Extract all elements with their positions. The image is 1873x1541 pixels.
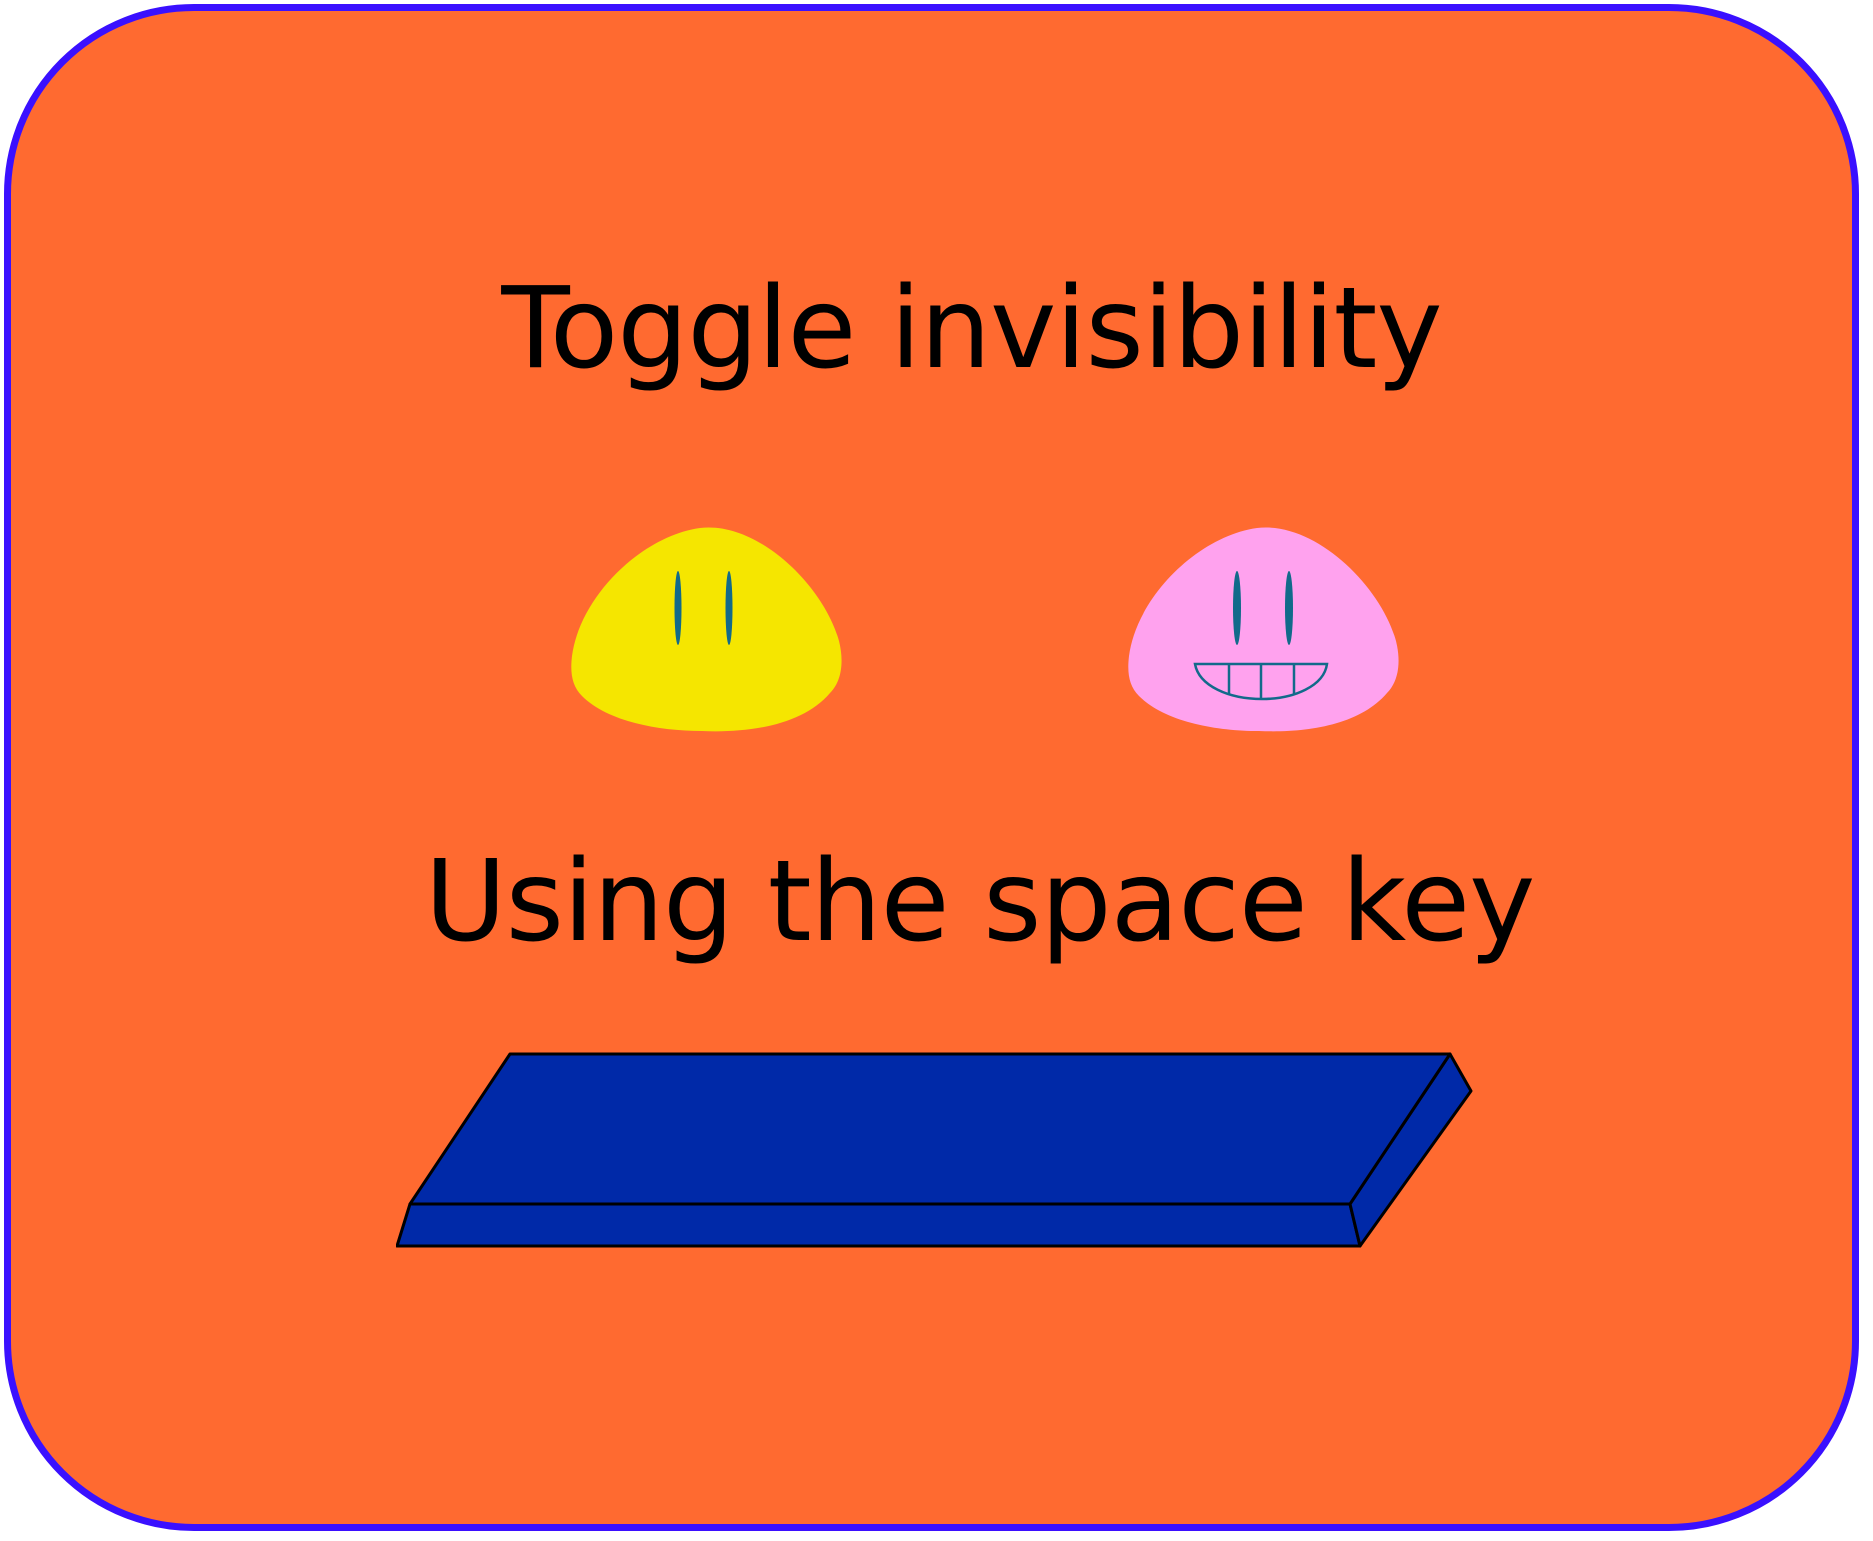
pink-blob-left-eye	[1233, 571, 1241, 645]
yellow-blob-left-eye	[674, 571, 682, 645]
yellow-blob-right-eye	[725, 571, 733, 645]
instruction-title: Toggle invisibility	[501, 264, 1442, 394]
pink-blob-right-eye	[1285, 571, 1293, 645]
instruction-subtitle: Using the space key	[424, 837, 1536, 967]
space-key-front-face	[396, 1202, 1362, 1248]
pink-blob-body	[1128, 527, 1399, 732]
space-key-top-face	[408, 1052, 1452, 1206]
pink-blob-character-icon	[1128, 527, 1399, 732]
yellow-blob-body	[571, 527, 842, 732]
instruction-card: Toggle invisibility Using the space key	[4, 4, 1859, 1531]
space-key-icon	[396, 1052, 1473, 1248]
yellow-blob-character-icon	[571, 527, 842, 732]
